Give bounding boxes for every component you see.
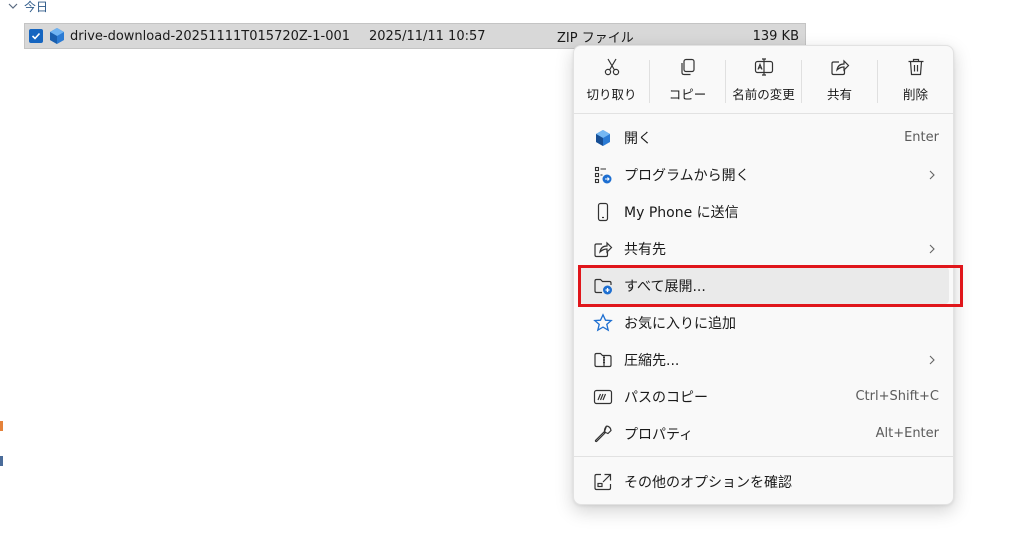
menu-item-label: その他のオプションを確認 [624, 474, 792, 491]
chevron-right-icon [929, 355, 935, 364]
rename-label: 名前の変更 [732, 86, 795, 102]
zip-file-icon [50, 28, 64, 44]
cube-app-icon [593, 128, 613, 148]
menu-item-more-options[interactable]: その他のオプションを確認 [580, 463, 949, 500]
rename-icon [754, 57, 773, 76]
delete-button[interactable]: 削除 [878, 46, 953, 113]
rename-button[interactable]: 名前の変更 [726, 46, 801, 113]
menu-item-send-phone[interactable]: My Phone に送信 [580, 193, 949, 230]
share-label: 共有 [827, 86, 853, 102]
menu-divider [574, 113, 953, 114]
menu-item-share-to[interactable]: 共有先 [580, 230, 949, 267]
share-icon [830, 59, 849, 75]
delete-label: 削除 [903, 86, 929, 102]
star-icon [593, 312, 613, 333]
menu-item-label: すべて展開... [624, 278, 706, 295]
more-options-icon [593, 472, 613, 492]
menu-item-shortcut: Ctrl+Shift+C [855, 389, 939, 404]
menu-item-properties[interactable]: プロパティ Alt+Enter [580, 415, 949, 452]
copy-button[interactable]: コピー [650, 46, 725, 113]
menu-item-label: 共有先 [624, 241, 666, 258]
file-name: drive-download-20251111T015720Z-1-001 [70, 28, 351, 44]
phone-icon [593, 202, 613, 222]
menu-item-label: 開く [624, 130, 652, 147]
file-type: ZIP ファイル [557, 30, 634, 46]
menu-item-add-favorite[interactable]: お気に入りに追加 [580, 304, 949, 341]
check-icon [31, 32, 41, 40]
menu-item-label: パスのコピー [624, 389, 708, 406]
menu-item-shortcut: Alt+Enter [875, 426, 939, 441]
context-toolbar: 切り取り コピー 名前の変更 共有 削除 [574, 46, 953, 113]
cut-button[interactable]: 切り取り [574, 46, 649, 113]
menu-item-compress-to[interactable]: 圧縮先... [580, 341, 949, 378]
menu-divider [574, 456, 953, 457]
edge-marker [0, 421, 3, 431]
menu-item-label: お気に入りに追加 [624, 315, 736, 332]
wrench-icon [593, 424, 613, 444]
open-with-icon [593, 165, 613, 185]
share-icon [593, 239, 613, 259]
edge-marker [0, 456, 3, 466]
file-size: 139 KB [752, 28, 799, 44]
copy-path-icon [593, 387, 613, 407]
chevron-down-icon [8, 3, 18, 9]
menu-item-copy-path[interactable]: パスのコピー Ctrl+Shift+C [580, 378, 949, 415]
compress-folder-icon [593, 350, 613, 370]
group-title: 今日 [24, 0, 49, 14]
cut-label: 切り取り [586, 86, 637, 102]
menu-item-open-with[interactable]: プログラムから開く [580, 156, 949, 193]
menu-item-shortcut: Enter [904, 130, 939, 145]
copy-icon [680, 58, 695, 75]
menu-item-label: 圧縮先... [624, 352, 680, 369]
chevron-right-icon [929, 170, 935, 179]
share-button[interactable]: 共有 [802, 46, 877, 113]
trash-icon [908, 58, 923, 75]
chevron-right-icon [929, 244, 935, 253]
menu-item-extract-all[interactable]: すべて展開... [580, 267, 949, 304]
row-checkbox[interactable] [29, 29, 43, 43]
copy-label: コピー [668, 86, 707, 102]
menu-item-label: プログラムから開く [624, 167, 750, 184]
folder-extract-icon [593, 276, 613, 296]
file-date: 2025/11/11 10:57 [369, 28, 486, 44]
group-header-today[interactable]: 今日 [8, 0, 48, 15]
menu-item-label: プロパティ [624, 426, 694, 443]
scissors-icon [604, 58, 619, 75]
menu-item-open[interactable]: 開く Enter [580, 119, 949, 156]
context-menu: 切り取り コピー 名前の変更 共有 削除 開く Enter プログラムから開く … [573, 45, 954, 505]
menu-item-label: My Phone に送信 [624, 204, 739, 221]
